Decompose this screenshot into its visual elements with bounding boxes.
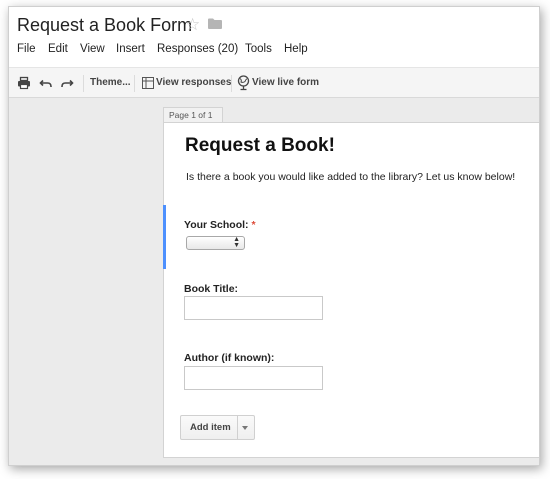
forms-editor-window: Request a Book Form ☆ File Edit View Ins…: [8, 6, 540, 466]
table-icon[interactable]: [142, 77, 154, 89]
form-sheet: Request a Book! Is there a book you woul…: [163, 122, 539, 458]
toolbar: Theme... View responses View live form: [9, 67, 539, 98]
view-live-form-button[interactable]: View live form: [252, 77, 319, 88]
chevron-down-icon[interactable]: [242, 426, 248, 430]
toolbar-separator: [231, 75, 232, 92]
book-title-input[interactable]: [184, 296, 323, 320]
menu-insert[interactable]: Insert: [116, 43, 145, 55]
menu-file[interactable]: File: [17, 43, 36, 55]
select-arrows-icon: ▲ ▼: [233, 236, 240, 249]
question-label-school[interactable]: Your School: *: [184, 219, 256, 231]
menu-view[interactable]: View: [80, 43, 105, 55]
view-responses-button[interactable]: View responses: [156, 77, 231, 88]
redo-icon[interactable]: [60, 76, 74, 90]
question-label-book-title[interactable]: Book Title:: [184, 283, 238, 295]
undo-icon[interactable]: [39, 76, 53, 90]
menu-edit[interactable]: Edit: [48, 43, 68, 55]
school-select[interactable]: ▲ ▼: [186, 236, 245, 250]
star-icon[interactable]: ☆: [185, 15, 200, 35]
add-item-button[interactable]: Add item: [180, 415, 255, 440]
folder-icon[interactable]: [208, 18, 222, 29]
editor-canvas: Page 1 of 1 Request a Book! Is there a b…: [9, 98, 539, 465]
document-title[interactable]: Request a Book Form: [17, 15, 192, 36]
form-title[interactable]: Request a Book!: [185, 135, 335, 157]
print-icon[interactable]: [17, 76, 31, 90]
form-description[interactable]: Is there a book you would like added to …: [186, 171, 515, 183]
author-input[interactable]: [184, 366, 323, 390]
menu-help[interactable]: Help: [284, 43, 308, 55]
toolbar-separator: [134, 75, 135, 92]
question-label-text: Your School:: [184, 219, 249, 231]
required-marker: *: [251, 219, 256, 231]
button-divider: [237, 416, 238, 439]
menu-responses[interactable]: Responses (20): [157, 43, 238, 55]
add-item-label: Add item: [190, 422, 231, 433]
title-bar: Request a Book Form ☆: [9, 7, 539, 39]
question-label-author[interactable]: Author (if known):: [184, 352, 274, 364]
theme-button[interactable]: Theme...: [90, 77, 131, 88]
globe-pin-icon[interactable]: [237, 75, 250, 91]
page-tab[interactable]: Page 1 of 1: [163, 107, 223, 123]
menu-tools[interactable]: Tools: [245, 43, 272, 55]
active-question-indicator: [163, 205, 166, 269]
toolbar-separator: [83, 75, 84, 92]
menu-bar: File Edit View Insert Responses (20) Too…: [9, 39, 539, 63]
